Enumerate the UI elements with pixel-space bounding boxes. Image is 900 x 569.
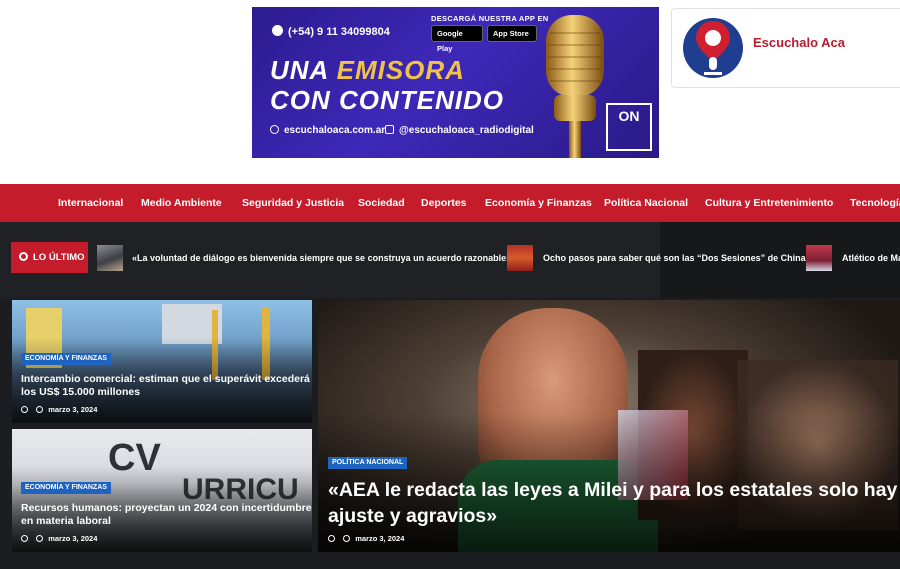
site-logo-icon xyxy=(683,18,743,78)
site-brand[interactable]: Escuchalo Aca xyxy=(671,8,900,88)
google-play-badge[interactable]: Google Play xyxy=(431,25,483,53)
instagram-icon xyxy=(385,125,394,134)
ticker-item[interactable]: Ocho pasos para saber qué son las “Dos S… xyxy=(543,253,806,263)
clock-icon xyxy=(36,406,44,413)
nav-item-cultura-entretenimiento[interactable]: Cultura y Entretenimiento xyxy=(705,184,833,222)
lo-ultimo-label: LO ÚLTIMO xyxy=(11,242,88,273)
news-card[interactable]: ECONOMÍA Y FINANZAS Intercambio comercia… xyxy=(12,300,312,423)
lo-ultimo-text: LO ÚLTIMO xyxy=(33,252,85,263)
globe-icon xyxy=(270,125,279,134)
banner-instagram-text: @escuchaloaca_radiodigital xyxy=(399,125,534,136)
site-name: Escuchalo Aca xyxy=(753,35,846,50)
on-logo: ON xyxy=(606,103,652,151)
clock-icon xyxy=(36,535,44,542)
author-icon xyxy=(21,406,28,413)
banner-app-label: DESCARGÁ NUESTRA APP EN xyxy=(431,14,549,23)
category-badge[interactable]: POLÍTICA NACIONAL xyxy=(328,457,408,469)
hero-title-line: «AEA le redacta las leyes a Milei y para… xyxy=(328,479,898,501)
main-nav: Internacional Medio Ambiente Seguridad y… xyxy=(0,184,900,222)
banner-phone: (+54) 9 11 34099804 xyxy=(272,25,390,38)
nav-item-politica-nacional[interactable]: Política Nacional xyxy=(604,184,688,222)
banner-tagline-1b: EMISORA xyxy=(336,55,465,85)
card-title-line: los US$ 15.000 millones xyxy=(21,386,141,398)
post-date: marzo 3, 2024 xyxy=(48,405,98,414)
post-date: marzo 3, 2024 xyxy=(48,534,98,543)
author-icon xyxy=(328,535,335,542)
card-title[interactable]: Recursos humanos: proyectan un 2024 con … xyxy=(21,502,312,528)
nav-item-sociedad[interactable]: Sociedad xyxy=(358,184,405,222)
clock-icon xyxy=(343,535,351,542)
banner-website-text: escuchaloaca.com.ar xyxy=(284,125,386,136)
nav-item-deportes[interactable]: Deportes xyxy=(421,184,467,222)
site-header: (+54) 9 11 34099804 DESCARGÁ NUESTRA APP… xyxy=(0,0,900,184)
category-badge[interactable]: ECONOMÍA Y FINANZAS xyxy=(21,353,111,365)
hero-card[interactable]: POLÍTICA NACIONAL «AEA le redacta las le… xyxy=(318,300,900,552)
ticker-thumbnail[interactable] xyxy=(507,245,533,271)
content-area: LO ÚLTIMO «La voluntad de diálogo es bie… xyxy=(0,222,900,569)
nav-item-internacional[interactable]: Internacional xyxy=(58,184,123,222)
live-icon xyxy=(19,252,28,261)
category-badge[interactable]: ECONOMÍA Y FINANZAS xyxy=(21,482,111,494)
banner-tagline-1: UNA EMISORA xyxy=(270,55,465,86)
banner-tagline-1a: UNA xyxy=(270,55,329,85)
banner-phone-text: (+54) 9 11 34099804 xyxy=(288,26,390,38)
banner-website: escuchaloaca.com.ar xyxy=(270,125,385,136)
nav-item-medio-ambiente[interactable]: Medio Ambiente xyxy=(141,184,222,222)
banner-instagram: @escuchaloaca_radiodigital xyxy=(385,125,534,136)
nav-item-economia-finanzas[interactable]: Economía y Finanzas xyxy=(485,184,592,222)
card-title-line: Intercambio comercial: estiman que el su… xyxy=(21,373,310,385)
ticker-item[interactable]: Atlético de Ma xyxy=(842,253,900,263)
app-store-badge[interactable]: App Store xyxy=(487,25,537,42)
author-icon xyxy=(21,535,28,542)
post-date: marzo 3, 2024 xyxy=(355,534,405,543)
card-title-line: Recursos humanos: proyectan un 2024 con … xyxy=(21,502,312,514)
hero-title[interactable]: «AEA le redacta las leyes a Milei y para… xyxy=(328,477,897,529)
card-meta: marzo 3, 2024 xyxy=(21,534,97,543)
hero-meta: marzo 3, 2024 xyxy=(328,534,404,543)
hero-title-line: ajuste y agravios» xyxy=(328,505,498,527)
news-card[interactable]: CV URRICU ECONOMÍA Y FINANZAS Recursos h… xyxy=(12,429,312,552)
ticker-thumbnail[interactable] xyxy=(97,245,123,271)
nav-item-tecnologia[interactable]: Tecnología xyxy=(850,184,900,222)
card-meta: marzo 3, 2024 xyxy=(21,405,97,414)
ticker-item[interactable]: «La voluntad de diálogo es bienvenida si… xyxy=(132,253,511,263)
nav-item-seguridad-justicia[interactable]: Seguridad y Justicia xyxy=(242,184,344,222)
banner-tagline-2: CON CONTENIDO xyxy=(270,85,504,115)
breaking-news-ticker: LO ÚLTIMO «La voluntad de diálogo es bie… xyxy=(0,222,900,298)
card-title[interactable]: Intercambio comercial: estiman que el su… xyxy=(21,373,310,399)
phone-icon xyxy=(272,25,283,36)
advertising-banner[interactable]: (+54) 9 11 34099804 DESCARGÁ NUESTRA APP… xyxy=(252,7,659,158)
card-title-line: en materia laboral xyxy=(21,515,111,527)
ticker-thumbnail[interactable] xyxy=(806,245,832,271)
